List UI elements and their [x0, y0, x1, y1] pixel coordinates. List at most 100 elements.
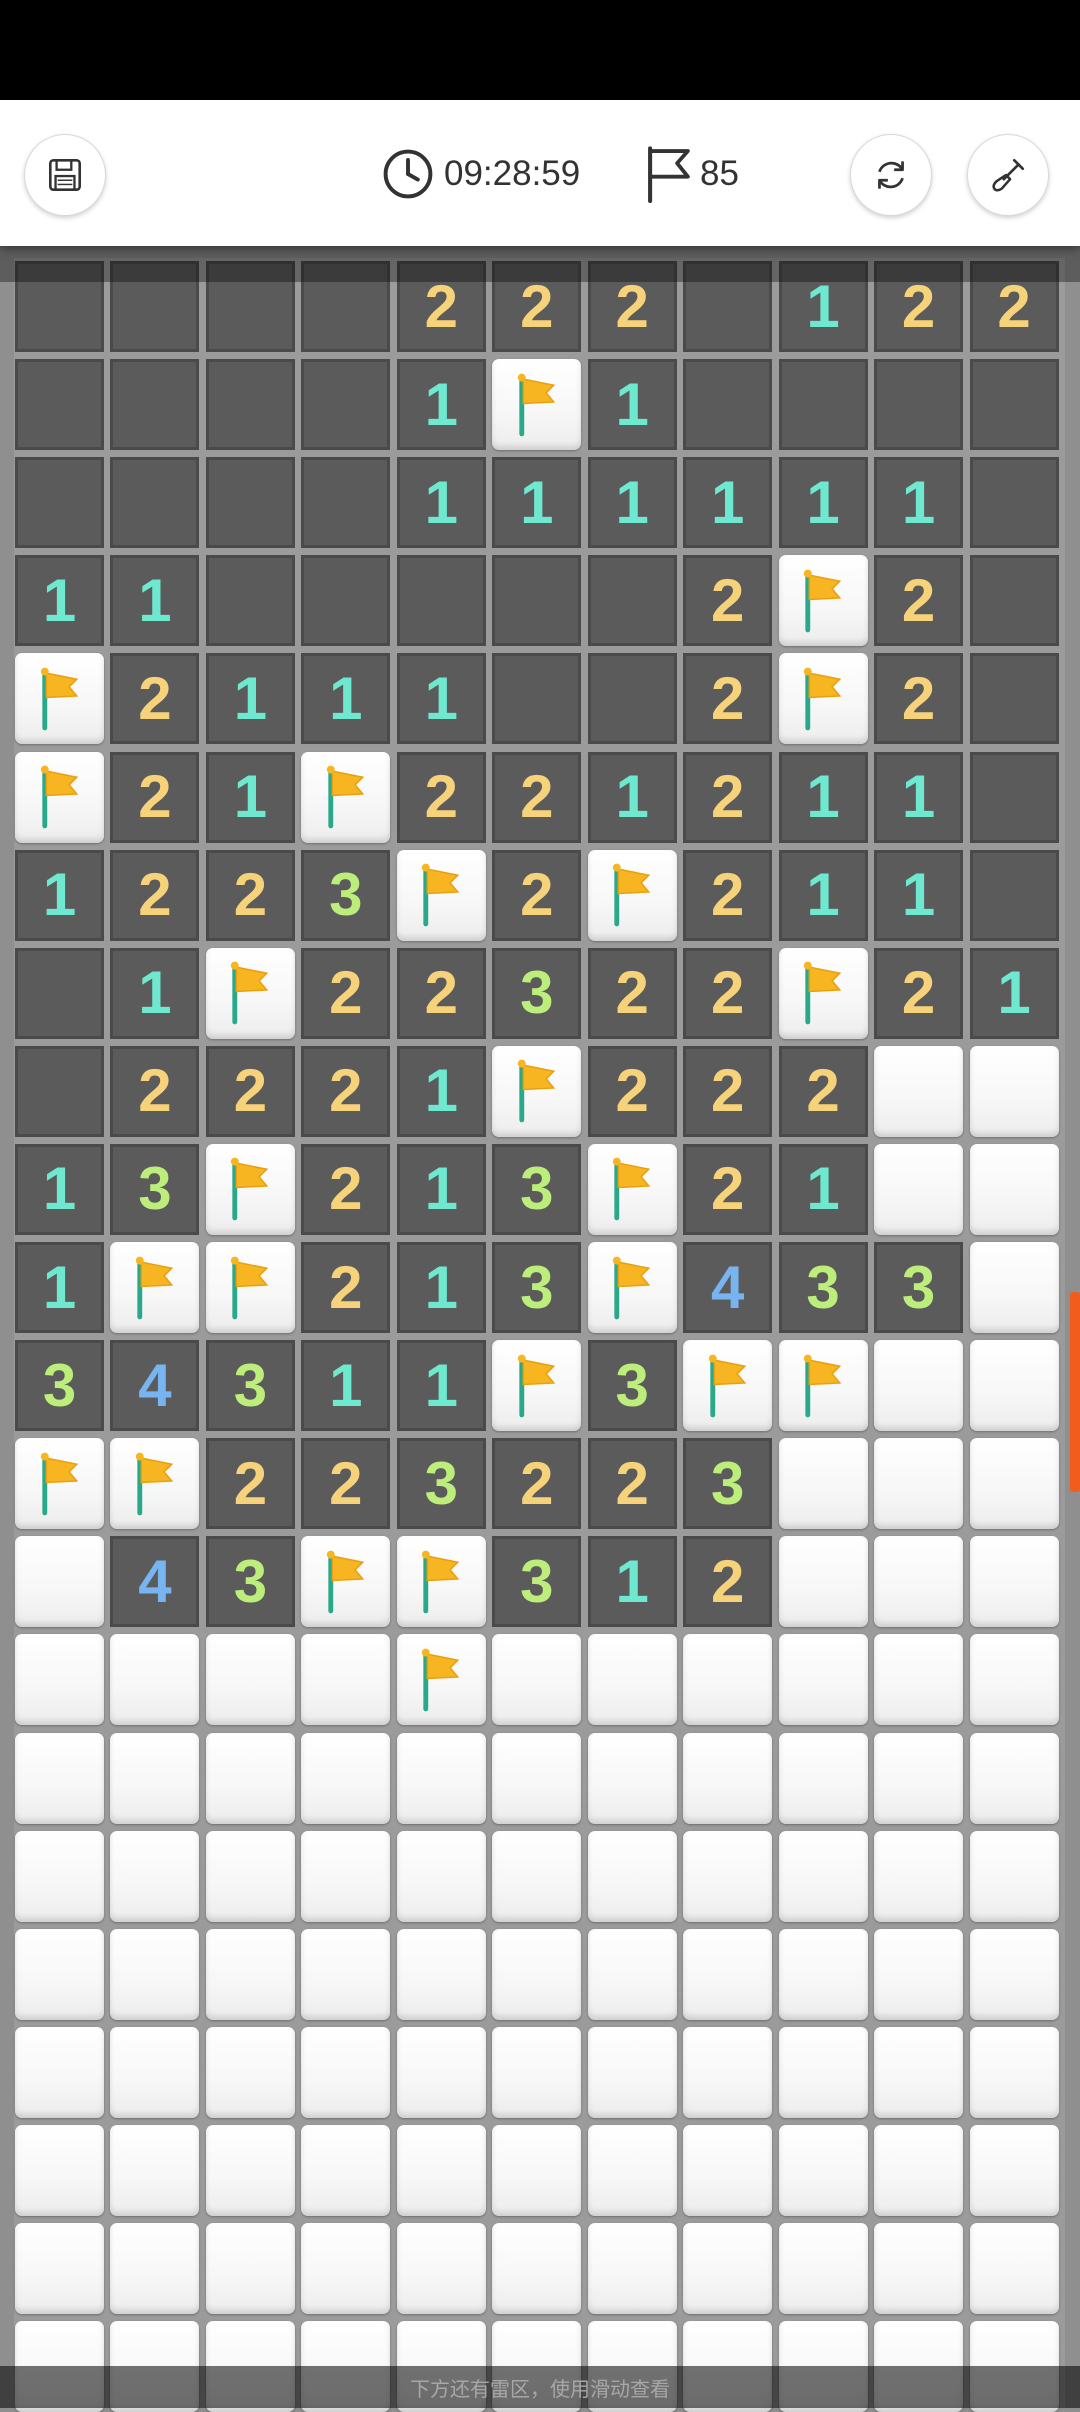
- revealed-number-cell[interactable]: 4: [110, 1340, 200, 1432]
- unrevealed-cell[interactable]: [874, 1340, 964, 1432]
- unrevealed-cell[interactable]: [301, 1830, 391, 1922]
- revealed-number-cell[interactable]: 2: [492, 751, 582, 843]
- revealed-number-cell[interactable]: 2: [205, 849, 295, 941]
- unrevealed-cell[interactable]: [396, 2026, 486, 2118]
- revealed-number-cell[interactable]: 3: [874, 1242, 964, 1333]
- revealed-number-cell[interactable]: 2: [110, 751, 200, 843]
- revealed-number-cell[interactable]: 1: [301, 1340, 391, 1432]
- flagged-cell[interactable]: [396, 1634, 486, 1726]
- unrevealed-cell[interactable]: [969, 2026, 1059, 2118]
- revealed-number-cell[interactable]: 2: [205, 1438, 295, 1530]
- unrevealed-cell[interactable]: [110, 1928, 200, 2020]
- unrevealed-cell[interactable]: [492, 2223, 582, 2314]
- revealed-number-cell[interactable]: 3: [110, 1143, 200, 1235]
- unrevealed-cell[interactable]: [874, 2124, 964, 2216]
- unrevealed-cell[interactable]: [969, 1143, 1059, 1235]
- revealed-number-cell[interactable]: 1: [396, 359, 486, 451]
- revealed-number-cell[interactable]: 1: [15, 1242, 104, 1333]
- scrollbar-thumb[interactable]: [1070, 1292, 1080, 1492]
- unrevealed-cell[interactable]: [969, 2223, 1059, 2314]
- flagged-cell[interactable]: [205, 1143, 295, 1235]
- revealed-empty-cell[interactable]: [15, 947, 104, 1039]
- revealed-number-cell[interactable]: 1: [15, 1143, 104, 1235]
- unrevealed-cell[interactable]: [15, 1928, 104, 2020]
- unrevealed-cell[interactable]: [969, 1242, 1059, 1333]
- revealed-number-cell[interactable]: 1: [110, 555, 200, 647]
- revealed-number-cell[interactable]: 2: [587, 1438, 677, 1530]
- unrevealed-cell[interactable]: [969, 1340, 1059, 1432]
- revealed-empty-cell[interactable]: [587, 555, 677, 647]
- unrevealed-cell[interactable]: [587, 2026, 677, 2118]
- flagged-cell[interactable]: [683, 1340, 773, 1432]
- unrevealed-cell[interactable]: [301, 2223, 391, 2314]
- revealed-number-cell[interactable]: 1: [492, 457, 582, 549]
- unrevealed-cell[interactable]: [587, 1830, 677, 1922]
- flagged-cell[interactable]: [778, 947, 868, 1039]
- unrevealed-cell[interactable]: [683, 2124, 773, 2216]
- flagged-cell[interactable]: [778, 1340, 868, 1432]
- unrevealed-cell[interactable]: [969, 1438, 1059, 1530]
- revealed-number-cell[interactable]: 2: [301, 1438, 391, 1530]
- flagged-cell[interactable]: [15, 653, 104, 745]
- unrevealed-cell[interactable]: [205, 2026, 295, 2118]
- revealed-empty-cell[interactable]: [15, 457, 104, 549]
- revealed-number-cell[interactable]: 1: [205, 653, 295, 745]
- unrevealed-cell[interactable]: [969, 1045, 1059, 1137]
- revealed-empty-cell[interactable]: [301, 457, 391, 549]
- flagged-cell[interactable]: [110, 1438, 200, 1530]
- revealed-number-cell[interactable]: 2: [492, 1438, 582, 1530]
- unrevealed-cell[interactable]: [205, 1928, 295, 2020]
- revealed-number-cell[interactable]: 1: [778, 751, 868, 843]
- revealed-number-cell[interactable]: 1: [396, 1143, 486, 1235]
- revealed-number-cell[interactable]: 2: [874, 555, 964, 647]
- unrevealed-cell[interactable]: [874, 2026, 964, 2118]
- revealed-number-cell[interactable]: 2: [587, 1045, 677, 1137]
- flagged-cell[interactable]: [15, 751, 104, 843]
- revealed-number-cell[interactable]: 2: [301, 947, 391, 1039]
- unrevealed-cell[interactable]: [492, 1732, 582, 1824]
- unrevealed-cell[interactable]: [492, 1928, 582, 2020]
- revealed-number-cell[interactable]: 3: [683, 1438, 773, 1530]
- unrevealed-cell[interactable]: [778, 1536, 868, 1628]
- revealed-number-cell[interactable]: 2: [492, 849, 582, 941]
- revealed-number-cell[interactable]: 2: [683, 1045, 773, 1137]
- flagged-cell[interactable]: [492, 359, 582, 451]
- revealed-number-cell[interactable]: 1: [874, 457, 964, 549]
- unrevealed-cell[interactable]: [683, 2223, 773, 2314]
- unrevealed-cell[interactable]: [587, 1928, 677, 2020]
- unrevealed-cell[interactable]: [587, 2223, 677, 2314]
- unrevealed-cell[interactable]: [15, 2223, 104, 2314]
- unrevealed-cell[interactable]: [205, 1634, 295, 1726]
- revealed-number-cell[interactable]: 1: [969, 947, 1059, 1039]
- restart-button[interactable]: [850, 134, 932, 216]
- flagged-cell[interactable]: [587, 1143, 677, 1235]
- unrevealed-cell[interactable]: [205, 2124, 295, 2216]
- revealed-number-cell[interactable]: 2: [683, 653, 773, 745]
- unrevealed-cell[interactable]: [15, 1830, 104, 1922]
- revealed-empty-cell[interactable]: [492, 653, 582, 745]
- revealed-number-cell[interactable]: 1: [587, 457, 677, 549]
- unrevealed-cell[interactable]: [778, 2026, 868, 2118]
- unrevealed-cell[interactable]: [587, 1634, 677, 1726]
- revealed-empty-cell[interactable]: [205, 457, 295, 549]
- unrevealed-cell[interactable]: [874, 1045, 964, 1137]
- revealed-number-cell[interactable]: 2: [587, 947, 677, 1039]
- revealed-number-cell[interactable]: 1: [396, 1045, 486, 1137]
- flagged-cell[interactable]: [778, 653, 868, 745]
- revealed-number-cell[interactable]: 1: [874, 849, 964, 941]
- unrevealed-cell[interactable]: [396, 1928, 486, 2020]
- flagged-cell[interactable]: [396, 1536, 486, 1628]
- unrevealed-cell[interactable]: [205, 1830, 295, 1922]
- revealed-empty-cell[interactable]: [396, 555, 486, 647]
- revealed-empty-cell[interactable]: [492, 555, 582, 647]
- revealed-number-cell[interactable]: 4: [683, 1242, 773, 1333]
- revealed-empty-cell[interactable]: [874, 359, 964, 451]
- unrevealed-cell[interactable]: [778, 1438, 868, 1530]
- revealed-number-cell[interactable]: 2: [874, 947, 964, 1039]
- revealed-number-cell[interactable]: 1: [778, 1143, 868, 1235]
- revealed-number-cell[interactable]: 3: [492, 1536, 582, 1628]
- revealed-number-cell[interactable]: 3: [301, 849, 391, 941]
- revealed-number-cell[interactable]: 2: [683, 849, 773, 941]
- revealed-number-cell[interactable]: 1: [587, 751, 677, 843]
- flagged-cell[interactable]: [205, 1242, 295, 1333]
